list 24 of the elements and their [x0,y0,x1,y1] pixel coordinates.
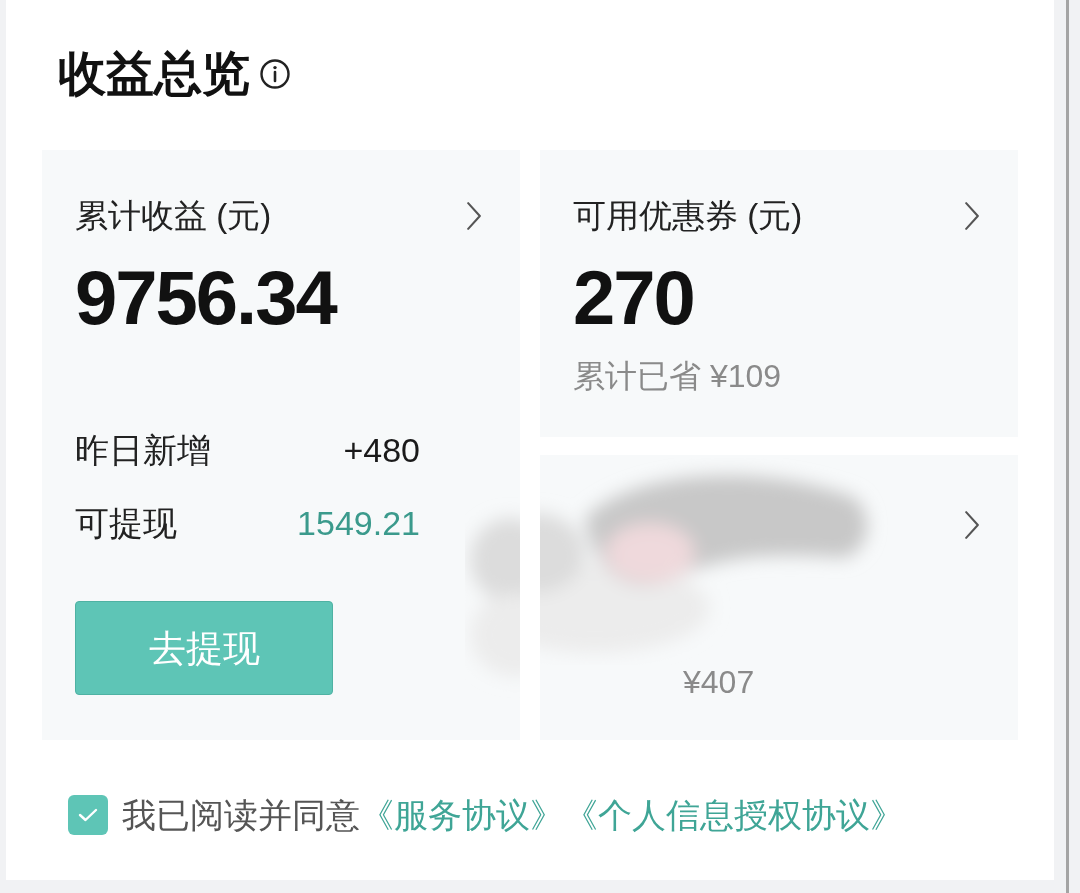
card-title: 可用优惠券 (元) [573,198,803,234]
value-note: ¥407 [683,664,755,700]
agreement-link[interactable]: 《服务协议》 [360,795,564,835]
stat-label: 可提现 [75,505,177,541]
chevron-right-icon[interactable] [964,202,980,230]
info-icon[interactable] [260,59,290,89]
card-title: 累计收益 (元) [75,198,272,234]
coupon-card[interactable]: 可用优惠券 (元) 270 累计已省 ¥109 [540,150,1018,437]
earnings-card[interactable]: 累计收益 (元) 9756.34 昨日新增 +480 可提现 1549.21 去提现 [42,150,520,740]
agreement-link[interactable]: 《个人信息授权协议》 [564,795,904,835]
amount-value: 270 [573,260,695,336]
agreement-label: 我已阅读并同意 [122,795,360,835]
page-title: 收益总览 [58,48,250,100]
chevron-right-icon[interactable] [964,511,980,539]
chevron-right-icon[interactable] [466,202,482,230]
amount-value: 9756.34 [75,260,338,336]
info-card[interactable]: ¥407 [540,455,1018,740]
stat-value: +480 [343,432,420,468]
agreement-checkbox[interactable] [68,795,108,835]
stat-value: 1549.21 [297,505,420,541]
check-icon [78,808,98,822]
withdraw-button[interactable]: 去提现 [75,601,333,695]
stat-label: 昨日新增 [75,432,211,468]
savings-note: 累计已省 ¥109 [573,358,782,394]
